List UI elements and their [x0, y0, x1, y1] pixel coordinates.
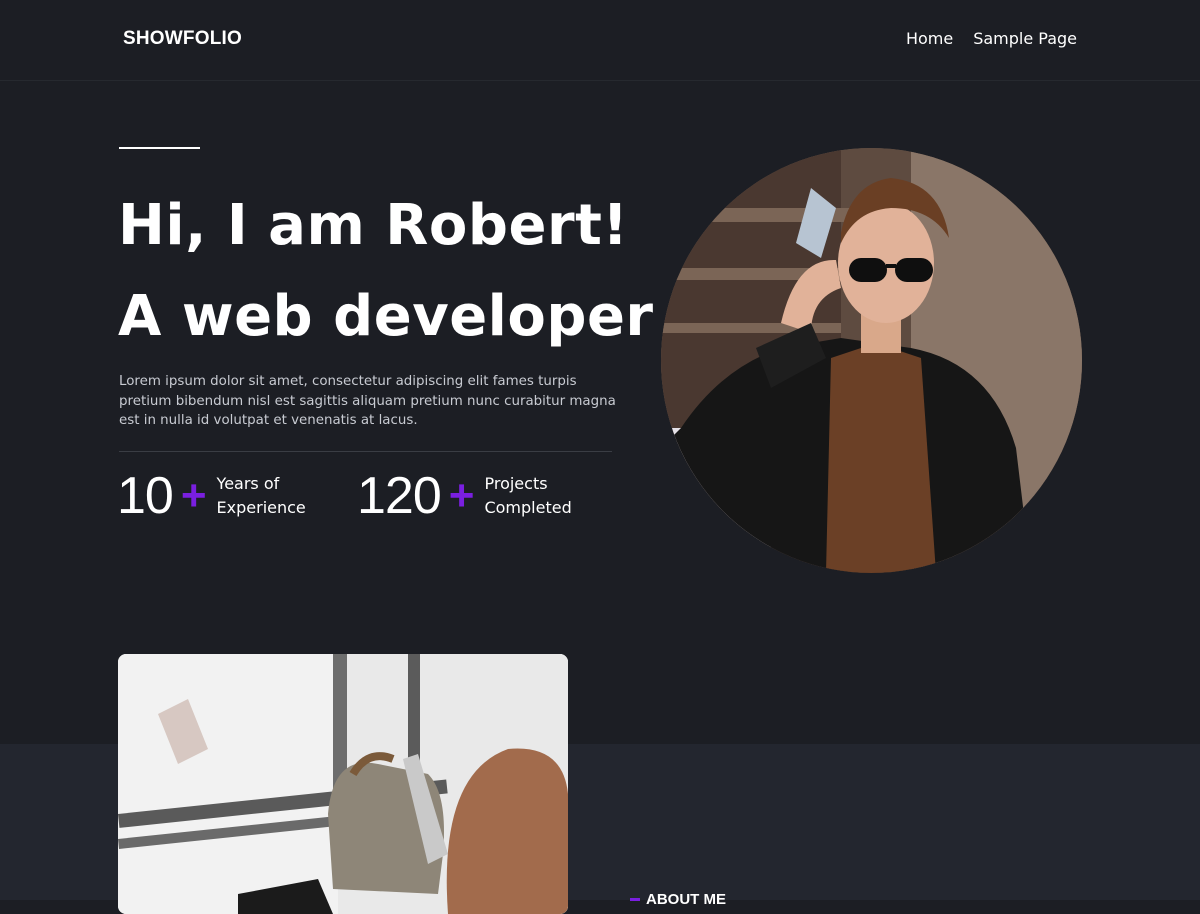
hero-title: Hi, I am Robert! A web developer [118, 180, 654, 362]
site-logo[interactable]: SHOWFOLIO [123, 28, 242, 50]
hero-portrait-image [661, 148, 1082, 573]
stat-label-line-2: Experience [216, 498, 306, 517]
stat-label-line-2: Completed [484, 498, 572, 517]
stat-number: 10 [117, 467, 174, 525]
stat-label-line-1: Years of [216, 474, 280, 493]
plus-icon: + [180, 471, 207, 520]
stat-label: Projects Completed [484, 472, 571, 520]
site-header: SHOWFOLIO Home Sample Page [0, 0, 1200, 81]
hero-description: Lorem ipsum dolor sit amet, consectetur … [119, 374, 616, 428]
about-illustration [118, 654, 568, 914]
about-image [118, 654, 568, 914]
stat-label-line-1: Projects [484, 474, 548, 493]
nav-link-sample-page[interactable]: Sample Page [973, 29, 1077, 48]
stat-years-experience: 10 + Years of Experience [117, 466, 306, 526]
hero-title-line-1: Hi, I am Robert! [118, 193, 629, 258]
portrait-illustration [661, 148, 1082, 573]
plus-icon: + [448, 471, 475, 520]
stat-projects-completed: 120 + Projects Completed [357, 466, 572, 526]
hero-title-line-2: A web developer [118, 284, 654, 349]
stat-number: 120 [357, 467, 442, 525]
main-nav: Home Sample Page [906, 29, 1077, 48]
hero-accent-line [119, 147, 200, 149]
hero-divider [119, 451, 612, 452]
stat-label: Years of Experience [217, 472, 306, 520]
nav-link-home[interactable]: Home [906, 29, 953, 48]
